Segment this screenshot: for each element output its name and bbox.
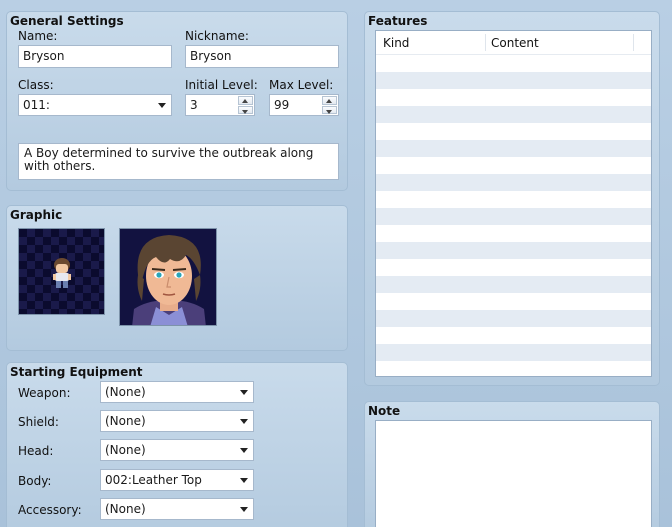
name-input[interactable]: Bryson xyxy=(18,45,172,68)
starting-equipment-panel: Starting Equipment Weapon: (None) Shield… xyxy=(6,362,348,527)
chevron-down-icon xyxy=(240,448,248,453)
arrow-down-icon xyxy=(326,109,332,114)
shield-select-value: (None) xyxy=(105,414,146,428)
list-item[interactable] xyxy=(376,208,651,225)
description-textarea[interactable]: A Boy determined to survive the outbreak… xyxy=(18,143,339,180)
accessory-select[interactable]: (None) xyxy=(100,498,254,520)
list-item[interactable] xyxy=(376,327,651,344)
list-item[interactable] xyxy=(376,242,651,259)
max-level-down-button[interactable] xyxy=(322,105,337,114)
chevron-down-icon xyxy=(158,103,166,108)
list-item[interactable] xyxy=(376,55,651,72)
list-item[interactable] xyxy=(376,276,651,293)
weapon-select[interactable]: (None) xyxy=(100,381,254,403)
starting-equipment-title: Starting Equipment xyxy=(10,365,143,379)
graphic-title: Graphic xyxy=(10,208,63,222)
initial-level-down-button[interactable] xyxy=(238,105,253,114)
shield-label: Shield: xyxy=(18,415,59,429)
accessory-select-value: (None) xyxy=(105,502,146,516)
list-item[interactable] xyxy=(376,106,651,123)
head-label: Head: xyxy=(18,444,54,458)
list-item[interactable] xyxy=(376,89,651,106)
name-label: Name: xyxy=(18,29,58,43)
weapon-select-value: (None) xyxy=(105,385,146,399)
list-item[interactable] xyxy=(376,72,651,89)
shield-select[interactable]: (None) xyxy=(100,410,254,432)
note-textarea[interactable] xyxy=(375,420,652,527)
list-item[interactable] xyxy=(376,225,651,242)
body-select-value: 002:Leather Top xyxy=(105,473,202,487)
list-item[interactable] xyxy=(376,140,651,157)
max-level-stepper[interactable]: 99 xyxy=(269,94,339,116)
weapon-label: Weapon: xyxy=(18,386,71,400)
list-item[interactable] xyxy=(376,259,651,276)
list-item[interactable] xyxy=(376,344,651,361)
nickname-input[interactable]: Bryson xyxy=(185,45,339,68)
list-item[interactable] xyxy=(376,174,651,191)
max-level-up-button[interactable] xyxy=(322,96,337,105)
note-panel: Note xyxy=(364,401,660,527)
list-item[interactable] xyxy=(376,157,651,174)
list-item[interactable] xyxy=(376,191,651,208)
body-label: Body: xyxy=(18,474,52,488)
general-settings-title: General Settings xyxy=(10,14,124,28)
head-select-value: (None) xyxy=(105,443,146,457)
class-label: Class: xyxy=(18,78,54,92)
body-select[interactable]: 002:Leather Top xyxy=(100,469,254,491)
note-title: Note xyxy=(368,404,401,418)
max-level-label: Max Level: xyxy=(269,78,334,92)
list-item[interactable] xyxy=(376,293,651,310)
chevron-down-icon xyxy=(240,419,248,424)
chevron-down-icon xyxy=(240,478,248,483)
list-item[interactable] xyxy=(376,123,651,140)
column-header-kind[interactable]: Kind xyxy=(383,36,409,50)
features-title: Features xyxy=(368,14,428,28)
nickname-label: Nickname: xyxy=(185,29,249,43)
character-sprite[interactable] xyxy=(18,228,105,315)
column-divider xyxy=(485,34,486,51)
initial-level-up-button[interactable] xyxy=(238,96,253,105)
chevron-down-icon xyxy=(240,507,248,512)
arrow-up-icon xyxy=(326,99,332,103)
initial-level-stepper[interactable]: 3 xyxy=(185,94,255,116)
max-level-value: 99 xyxy=(274,98,290,112)
class-select-value: 011: xyxy=(23,98,50,112)
character-face-image xyxy=(120,229,216,325)
general-settings-panel: General Settings Name: Bryson Nickname: … xyxy=(6,11,348,191)
features-panel: Features Kind Content xyxy=(364,11,660,386)
list-item[interactable] xyxy=(376,310,651,327)
arrow-up-icon xyxy=(242,99,248,103)
head-select[interactable]: (None) xyxy=(100,439,254,461)
column-divider xyxy=(633,34,634,51)
initial-level-label: Initial Level: xyxy=(185,78,258,92)
character-face[interactable] xyxy=(119,228,217,326)
character-sprite-image xyxy=(53,258,71,288)
features-list-header: Kind Content xyxy=(376,31,651,55)
column-header-content[interactable]: Content xyxy=(491,36,539,50)
features-list[interactable]: Kind Content xyxy=(375,30,652,377)
arrow-down-icon xyxy=(242,109,248,114)
list-item[interactable] xyxy=(376,361,651,376)
initial-level-value: 3 xyxy=(190,98,198,112)
chevron-down-icon xyxy=(240,390,248,395)
class-select[interactable]: 011: xyxy=(18,94,172,116)
graphic-panel: Graphic xyxy=(6,205,348,351)
accessory-label: Accessory: xyxy=(18,503,82,517)
